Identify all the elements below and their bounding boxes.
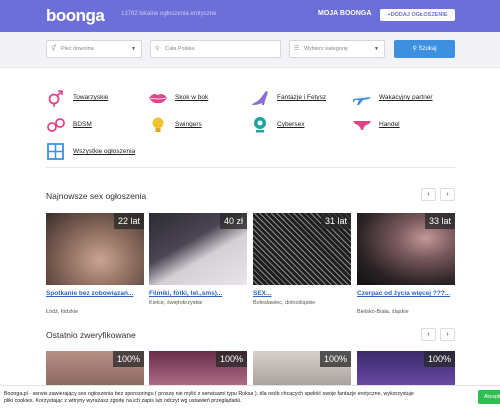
- verified-card[interactable]: 100%: [357, 351, 455, 387]
- handcuffs-icon: [47, 118, 65, 132]
- high-heel-icon: [252, 91, 268, 105]
- category-label: Skok w bok: [175, 94, 209, 101]
- search-button[interactable]: ⚲ Szukaj: [394, 40, 455, 58]
- search-button-label: Szukaj: [418, 46, 437, 52]
- category-wakacyjny-partner[interactable]: Wakacyjny partner: [352, 89, 462, 107]
- listing-card[interactable]: 40 zł Filmiki, fotki, tel.,sms)... Kielc…: [149, 213, 247, 318]
- search-icon: ⚲: [412, 46, 417, 52]
- gender-icon: ⚥: [51, 46, 57, 52]
- category-select-value: Wybierz kategorię: [304, 46, 348, 52]
- category-skok-w-bok[interactable]: Skok w bok: [148, 89, 248, 107]
- category-all-listings[interactable]: Wszystkie ogłoszenia: [46, 143, 166, 161]
- location-placeholder: Cała Polska: [165, 46, 195, 52]
- carousel-prev-button[interactable]: ‹: [421, 188, 436, 201]
- category-select[interactable]: ☰ Wybierz kategorię ▼: [289, 40, 385, 58]
- gender-select[interactable]: ⚥ Płeć dowolna ▼: [46, 40, 142, 58]
- age-badge: 33 lat: [424, 213, 455, 229]
- listing-location: Bolesławiec, dolnośląskie: [253, 300, 316, 306]
- section-title-newest: Najnowsze sex ogłoszenia: [46, 191, 147, 201]
- tagline: 13782 lokalne ogłoszenia erotyczne: [121, 11, 217, 17]
- listing-location: Bielsko-Biała, śląskie: [357, 309, 409, 315]
- chevron-down-icon: ▼: [131, 46, 136, 52]
- location-input[interactable]: ⚲ Cała Polska: [150, 40, 281, 58]
- top-header: boonga 13782 lokalne ogłoszenia erotyczn…: [0, 0, 500, 32]
- add-listing-button[interactable]: +DODAJ OGŁOSZENIE: [380, 9, 455, 21]
- verified-card[interactable]: 100%: [46, 351, 144, 387]
- listing-card[interactable]: 33 lat Czerpać od życia więcej ???... Bi…: [357, 213, 455, 318]
- cookie-banner: Boonga.pl - serwis zawierający sex ogłos…: [0, 385, 500, 409]
- category-label: Towarzyskie: [73, 94, 109, 101]
- verified-card[interactable]: 100%: [149, 351, 247, 387]
- section-title-verified: Ostatnio zweryfikowane: [46, 330, 136, 340]
- verified-badge: 100%: [215, 351, 247, 367]
- lightbulb-icon: [152, 117, 164, 132]
- list-icon: ☰: [294, 46, 300, 52]
- listing-title[interactable]: Czerpać od życia więcej ???...: [357, 290, 455, 298]
- listing-title[interactable]: Spotkanie bez zobowiązań...: [46, 290, 144, 298]
- gender-icon: [48, 90, 63, 107]
- price-badge: 40 zł: [219, 213, 247, 229]
- category-label: BDSM: [73, 121, 92, 128]
- category-bdsm[interactable]: BDSM: [46, 116, 146, 134]
- category-label: Swingers: [175, 121, 202, 128]
- category-handel[interactable]: Handel: [352, 116, 452, 134]
- category-label: Wakacyjny partner: [379, 94, 433, 101]
- divider: [46, 167, 455, 168]
- listing-title[interactable]: Filmiki, fotki, tel.,sms)...: [149, 290, 247, 298]
- airplane-icon: [353, 97, 371, 105]
- listing-card[interactable]: 22 lat Spotkanie bez zobowiązań... Łódź,…: [46, 213, 144, 318]
- category-fantazje-i-fetysz[interactable]: Fantazje i Fetysz: [250, 89, 350, 107]
- carousel-prev-button[interactable]: ‹: [421, 328, 436, 341]
- chevron-down-icon: ▼: [374, 46, 379, 52]
- category-label: Fantazje i Fetysz: [277, 94, 327, 101]
- webcam-icon: [254, 117, 266, 133]
- age-badge: 22 lat: [113, 213, 144, 229]
- verified-card[interactable]: 100%: [253, 351, 351, 387]
- listing-title[interactable]: SEX...: [253, 290, 351, 298]
- carousel-next-button[interactable]: ›: [440, 188, 455, 201]
- grid-icon: [47, 143, 64, 160]
- category-label: Wszystkie ogłoszenia: [73, 148, 136, 155]
- category-swingers[interactable]: Swingers: [148, 116, 248, 134]
- underwear-icon: [353, 121, 371, 130]
- lips-icon: [149, 94, 167, 104]
- cookie-accept-button[interactable]: Akceptuję: [478, 390, 500, 404]
- age-badge: 31 lat: [320, 213, 351, 229]
- gender-select-value: Płeć dowolna: [61, 46, 94, 52]
- listing-card[interactable]: 31 lat SEX... Bolesławiec, dolnośląskie: [253, 213, 351, 318]
- verified-badge: 100%: [423, 351, 455, 367]
- listing-location: Łódź, łódzkie: [46, 309, 79, 315]
- carousel-next-button[interactable]: ›: [440, 328, 455, 341]
- location-pin-icon: ⚲: [155, 46, 160, 52]
- search-bar: ⚥ Płeć dowolna ▼ ⚲ Cała Polska ☰ Wybierz…: [0, 32, 500, 68]
- category-label: Handel: [379, 121, 400, 128]
- my-account-link[interactable]: MOJA BOONGA: [318, 10, 371, 17]
- category-label: Cybersex: [277, 121, 305, 128]
- verified-badge: 100%: [112, 351, 144, 367]
- category-towarzyskie[interactable]: Towarzyskie: [46, 89, 146, 107]
- listing-location: Kielce, świętokrzyskie: [149, 300, 203, 306]
- logo[interactable]: boonga: [46, 6, 105, 26]
- verified-badge: 100%: [319, 351, 351, 367]
- cookie-text: Boonga.pl - serwis zawierający sex ogłos…: [4, 391, 414, 404]
- category-cybersex[interactable]: Cybersex: [250, 116, 350, 134]
